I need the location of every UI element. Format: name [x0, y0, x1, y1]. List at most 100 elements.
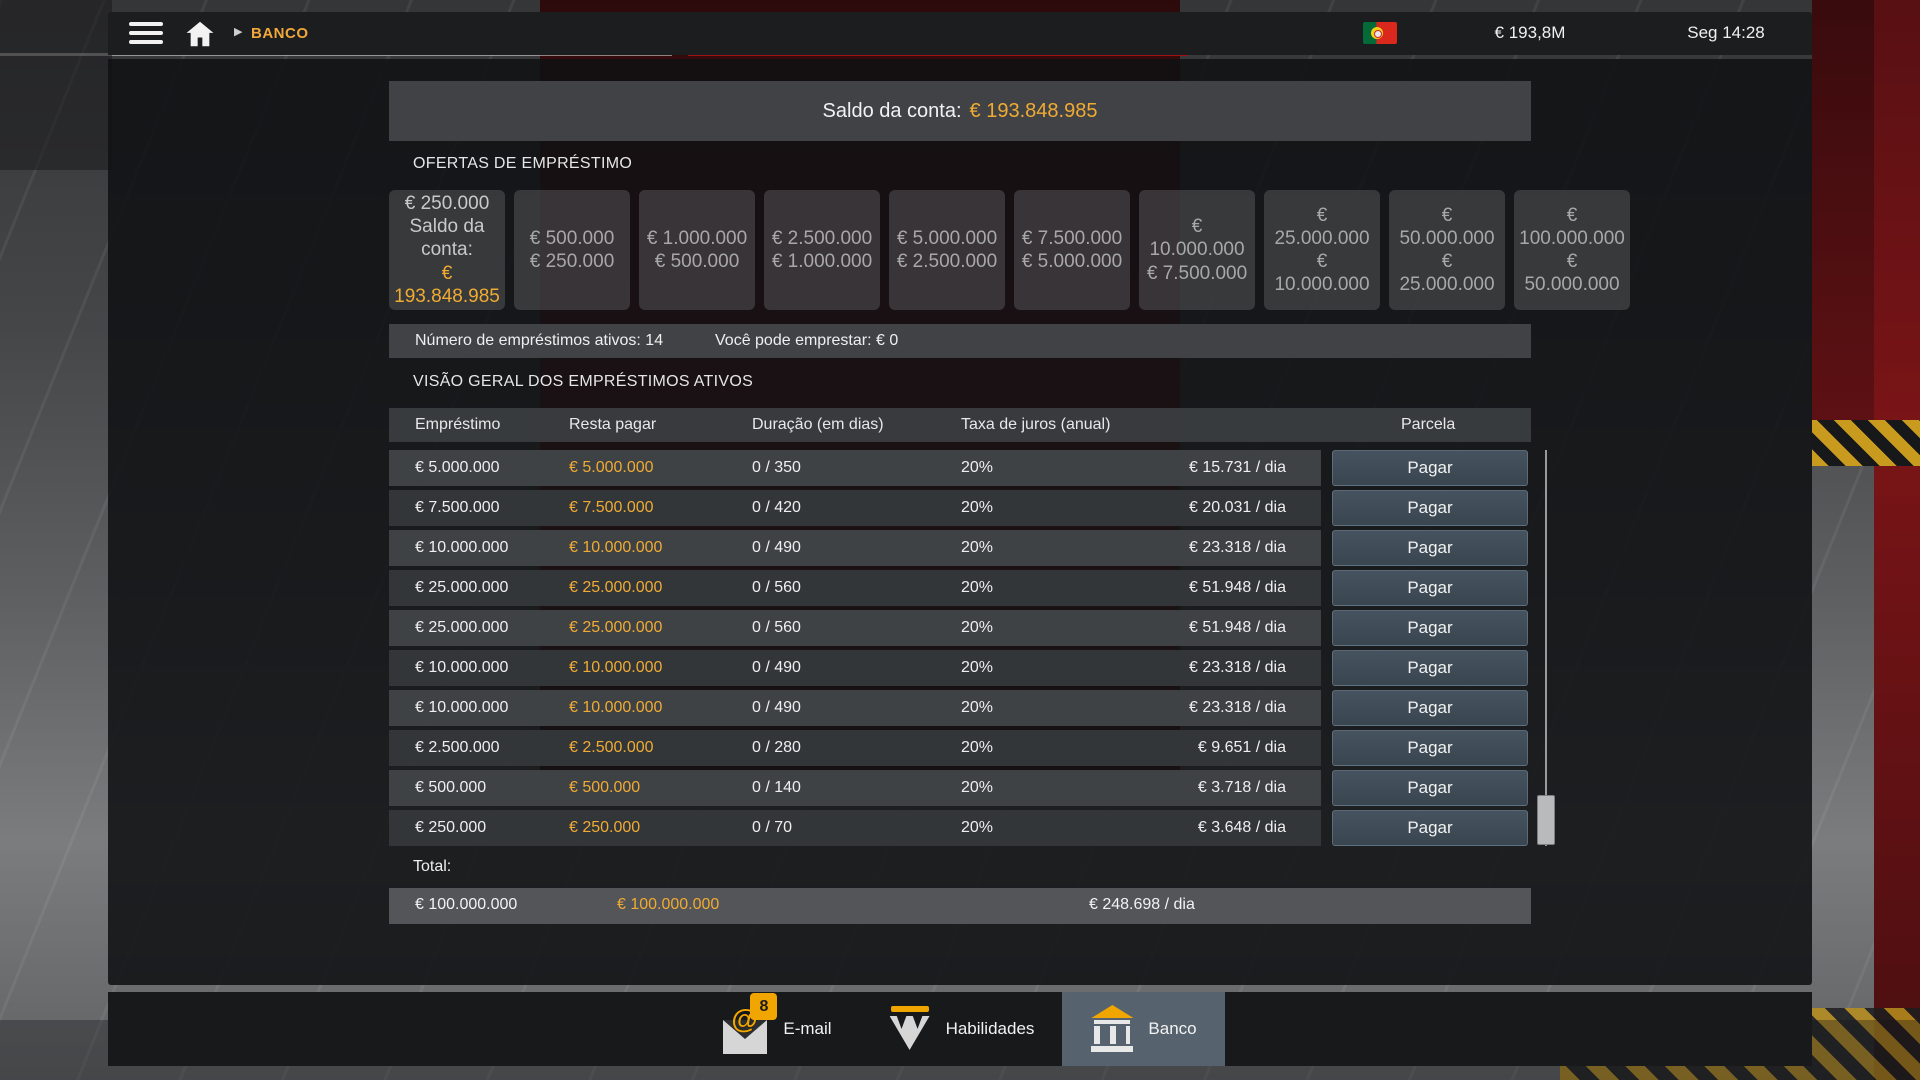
- loan-offers-row: € 250.000 Saldo da conta: € 193.848.985 …: [389, 190, 1630, 310]
- loan-row: € 500.000 € 500.000 0 / 140 20% € 3.718 …: [389, 770, 1321, 806]
- hazard-stripe: [1812, 420, 1920, 466]
- table-row: € 10.000.000 € 10.000.000 0 / 490 20% € …: [389, 690, 1549, 726]
- offer-secondary: € 25.000.000: [1395, 250, 1499, 296]
- table-row: € 500.000 € 500.000 0 / 140 20% € 3.718 …: [389, 770, 1549, 806]
- cell-duration: 0 / 350: [752, 459, 961, 477]
- loan-offer-card[interactable]: € 250.000 Saldo da conta: € 193.848.985: [389, 190, 505, 310]
- cell-remaining: € 250.000: [569, 819, 752, 837]
- table-row: € 250.000 € 250.000 0 / 70 20% € 3.648 /…: [389, 810, 1549, 846]
- pay-button[interactable]: Pagar: [1332, 450, 1528, 486]
- loan-offer-card[interactable]: € 25.000.000 € 10.000.000: [1264, 190, 1380, 310]
- offer-amount: € 1.000.000: [647, 227, 747, 250]
- cell-duration: 0 / 560: [752, 579, 961, 597]
- cell-rate: 20%: [961, 459, 1181, 477]
- cell-rate: 20%: [961, 739, 1181, 757]
- bank-icon-columns: [1094, 1026, 1130, 1044]
- cell-duration: 0 / 420: [752, 499, 961, 517]
- dock-item-email[interactable]: @ 8 E-mail: [695, 992, 859, 1066]
- table-row: € 10.000.000 € 10.000.000 0 / 490 20% € …: [389, 650, 1549, 686]
- cell-remaining: € 5.000.000: [569, 459, 752, 477]
- balance-label: Saldo da conta:: [823, 100, 962, 123]
- loan-offer-card[interactable]: € 1.000.000 € 500.000: [639, 190, 755, 310]
- loan-offer-card[interactable]: € 5.000.000 € 2.500.000: [889, 190, 1005, 310]
- cell-rate: 20%: [961, 779, 1181, 797]
- loan-row: € 25.000.000 € 25.000.000 0 / 560 20% € …: [389, 610, 1321, 646]
- col-remaining: Resta pagar: [569, 416, 752, 434]
- offer-amount: € 100.000.000: [1519, 204, 1625, 250]
- cell-remaining: € 10.000.000: [569, 659, 752, 677]
- pay-button[interactable]: Pagar: [1332, 810, 1528, 846]
- dock-label-bank: Banco: [1148, 1019, 1196, 1039]
- cell-loan: € 25.000.000: [415, 579, 569, 597]
- col-duration: Duração (em dias): [752, 416, 961, 434]
- pay-button[interactable]: Pagar: [1332, 690, 1528, 726]
- loan-offer-card[interactable]: € 7.500.000 € 5.000.000: [1014, 190, 1130, 310]
- cell-installment: € 3.718 / dia: [1181, 779, 1321, 797]
- cell-rate: 20%: [961, 619, 1181, 637]
- offer-secondary: € 5.000.000: [1022, 250, 1122, 273]
- pay-button[interactable]: Pagar: [1332, 730, 1528, 766]
- cell-installment: € 15.731 / dia: [1181, 459, 1321, 477]
- dock-item-bank[interactable]: Banco: [1062, 992, 1224, 1066]
- offer-amount: € 250.000: [405, 192, 490, 215]
- scrollbar-track[interactable]: [1545, 450, 1547, 846]
- cell-remaining: € 10.000.000: [569, 699, 752, 717]
- total-label: Total:: [413, 858, 451, 876]
- pay-button[interactable]: Pagar: [1332, 770, 1528, 806]
- can-borrow-amount: Você pode emprestar: € 0: [715, 332, 898, 350]
- scrollbar-thumb[interactable]: [1537, 795, 1555, 845]
- bottom-dock: @ 8 E-mail Habilidades Banco: [108, 992, 1812, 1066]
- cell-duration: 0 / 140: [752, 779, 961, 797]
- offer-secondary: € 7.500.000: [1147, 262, 1247, 285]
- total-loan: € 100.000.000: [415, 896, 517, 914]
- offer-secondary: Saldo da conta:: [395, 215, 499, 261]
- cell-duration: 0 / 280: [752, 739, 961, 757]
- offer-amount: € 50.000.000: [1395, 204, 1499, 250]
- pay-button[interactable]: Pagar: [1332, 650, 1528, 686]
- offer-amount: € 25.000.000: [1270, 204, 1374, 250]
- account-balance-bar: Saldo da conta: € 193.848.985: [389, 81, 1531, 141]
- total-row: € 100.000.000 € 100.000.000 € 248.698 / …: [389, 888, 1531, 924]
- table-row: € 10.000.000 € 10.000.000 0 / 490 20% € …: [389, 530, 1549, 566]
- offer-balance-highlight: € 193.848.985: [394, 262, 500, 308]
- cell-installment: € 51.948 / dia: [1181, 619, 1321, 637]
- cell-loan: € 10.000.000: [415, 699, 569, 717]
- pay-button[interactable]: Pagar: [1332, 610, 1528, 646]
- offer-amount: € 5.000.000: [897, 227, 997, 250]
- cell-rate: 20%: [961, 579, 1181, 597]
- cell-loan: € 25.000.000: [415, 619, 569, 637]
- offer-secondary: € 2.500.000: [897, 250, 997, 273]
- email-icon: @ 8: [723, 1002, 769, 1056]
- offer-secondary: € 50.000.000: [1520, 250, 1624, 296]
- loan-row: € 250.000 € 250.000 0 / 70 20% € 3.648 /…: [389, 810, 1321, 846]
- table-row: € 5.000.000 € 5.000.000 0 / 350 20% € 15…: [389, 450, 1549, 486]
- loan-offer-card[interactable]: € 500.000 € 250.000: [514, 190, 630, 310]
- loan-offer-card[interactable]: € 100.000.000 € 50.000.000: [1514, 190, 1630, 310]
- table-row: € 7.500.000 € 7.500.000 0 / 420 20% € 20…: [389, 490, 1549, 526]
- home-icon[interactable]: [186, 21, 214, 47]
- active-loans-title: VISÃO GERAL DOS EMPRÉSTIMOS ATIVOS: [413, 373, 753, 391]
- active-loans-count: Número de empréstimos ativos: 14: [415, 332, 663, 350]
- cell-remaining: € 2.500.000: [569, 739, 752, 757]
- menu-icon[interactable]: [129, 22, 163, 45]
- loan-table-header: Empréstimo Resta pagar Duração (em dias)…: [389, 408, 1531, 442]
- loan-offer-card[interactable]: € 2.500.000 € 1.000.000: [764, 190, 880, 310]
- table-row: € 25.000.000 € 25.000.000 0 / 560 20% € …: [389, 610, 1549, 646]
- skills-icon-chevrons: [890, 1016, 930, 1050]
- offer-secondary: € 10.000.000: [1270, 250, 1374, 296]
- loan-offer-card[interactable]: € 50.000.000 € 25.000.000: [1389, 190, 1505, 310]
- cell-rate: 20%: [961, 819, 1181, 837]
- bank-icon-base: [1091, 1046, 1133, 1052]
- cell-remaining: € 10.000.000: [569, 539, 752, 557]
- top-bar: ▶ BANCO € 193,8M Seg 14:28: [108, 12, 1812, 55]
- cell-duration: 0 / 70: [752, 819, 961, 837]
- pay-button[interactable]: Pagar: [1332, 530, 1528, 566]
- pay-button[interactable]: Pagar: [1332, 570, 1528, 606]
- cell-installment: € 23.318 / dia: [1181, 539, 1321, 557]
- loan-offer-card[interactable]: € 10.000.000 € 7.500.000: [1139, 190, 1255, 310]
- dock-item-skills[interactable]: Habilidades: [860, 992, 1063, 1066]
- breadcrumb[interactable]: BANCO: [251, 25, 309, 42]
- dock-label-email: E-mail: [783, 1019, 831, 1039]
- cell-duration: 0 / 490: [752, 699, 961, 717]
- pay-button[interactable]: Pagar: [1332, 490, 1528, 526]
